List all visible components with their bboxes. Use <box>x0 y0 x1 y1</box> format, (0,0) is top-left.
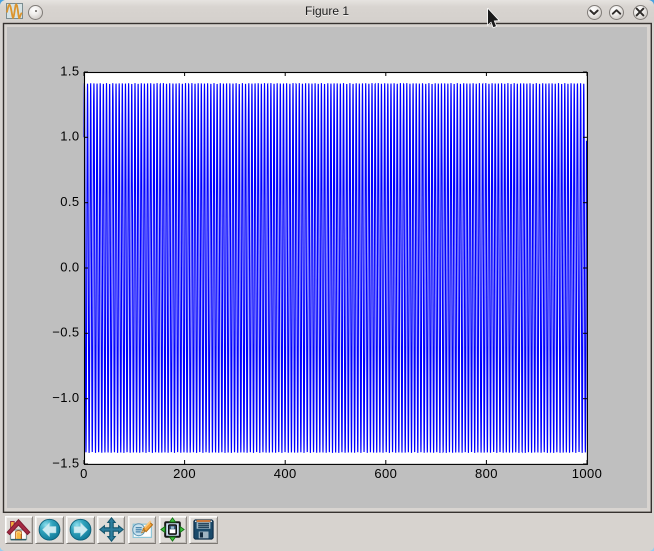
svg-text:400: 400 <box>274 466 297 481</box>
svg-text:800: 800 <box>475 466 498 481</box>
svg-text:200: 200 <box>173 466 196 481</box>
svg-text:1000: 1000 <box>572 466 603 481</box>
svg-text:−0.5: −0.5 <box>52 325 79 340</box>
svg-text:−1.0: −1.0 <box>52 390 79 405</box>
svg-text:1.0: 1.0 <box>60 129 79 144</box>
svg-text:600: 600 <box>374 466 397 481</box>
svg-text:0.5: 0.5 <box>60 194 79 209</box>
svg-text:0.0: 0.0 <box>60 259 79 274</box>
svg-text:1.5: 1.5 <box>60 63 79 78</box>
svg-text:−1.5: −1.5 <box>52 455 79 470</box>
svg-text:0: 0 <box>80 466 88 481</box>
